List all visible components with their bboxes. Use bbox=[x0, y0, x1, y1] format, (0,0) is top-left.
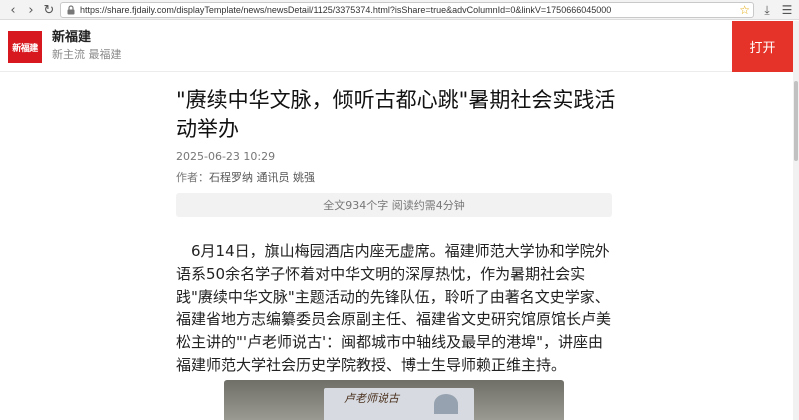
browser-toolbar: ‹ › ↻ https://share.fjdaily.com/displayT… bbox=[0, 0, 799, 20]
lock-icon bbox=[67, 5, 75, 15]
reload-icon[interactable]: ↻ bbox=[40, 1, 58, 19]
scrollbar-thumb[interactable] bbox=[794, 81, 798, 161]
address-bar[interactable]: https://share.fjdaily.com/displayTemplat… bbox=[60, 2, 754, 18]
app-download-banner: 新福建 新福建 新主流 最福建 打开 bbox=[0, 21, 799, 72]
photo-board-text: 卢老师说古 bbox=[344, 392, 399, 405]
app-logo: 新福建 bbox=[8, 31, 42, 63]
reading-info-bar: 全文934个字 阅读约需4分钟 bbox=[176, 193, 612, 217]
app-name: 新福建 bbox=[52, 30, 92, 45]
open-app-button[interactable]: 打开 bbox=[732, 21, 793, 72]
app-slogan: 新主流 最福建 bbox=[52, 48, 122, 61]
article-photo[interactable]: 卢老师说古 bbox=[224, 380, 564, 420]
back-arrow-icon[interactable]: ‹ bbox=[4, 1, 22, 19]
publish-date: 2025-06-23 10:29 bbox=[176, 150, 276, 163]
menu-icon[interactable]: ☰ bbox=[778, 1, 796, 19]
download-icon[interactable]: ⤓ bbox=[758, 1, 776, 19]
article-title: "赓续中华文脉，倾听古都心跳"暑期社会实践活动举办 bbox=[176, 88, 616, 141]
article-paragraph: 6月14日，旗山梅园酒店内座无虚席。福建师范大学协和学院外语系50余名学子怀着对… bbox=[176, 242, 612, 374]
photo-decoration bbox=[434, 394, 458, 414]
author-label: 作者： bbox=[176, 171, 209, 184]
forward-arrow-icon[interactable]: › bbox=[22, 1, 40, 19]
url-text: https://share.fjdaily.com/displayTemplat… bbox=[80, 5, 612, 15]
star-icon[interactable]: ☆ bbox=[739, 3, 750, 17]
article-authors: 作者：石程罗纳 通讯员 姚强 bbox=[176, 171, 315, 185]
scrollbar[interactable] bbox=[793, 21, 799, 420]
author-names: 石程罗纳 通讯员 姚强 bbox=[209, 171, 315, 184]
